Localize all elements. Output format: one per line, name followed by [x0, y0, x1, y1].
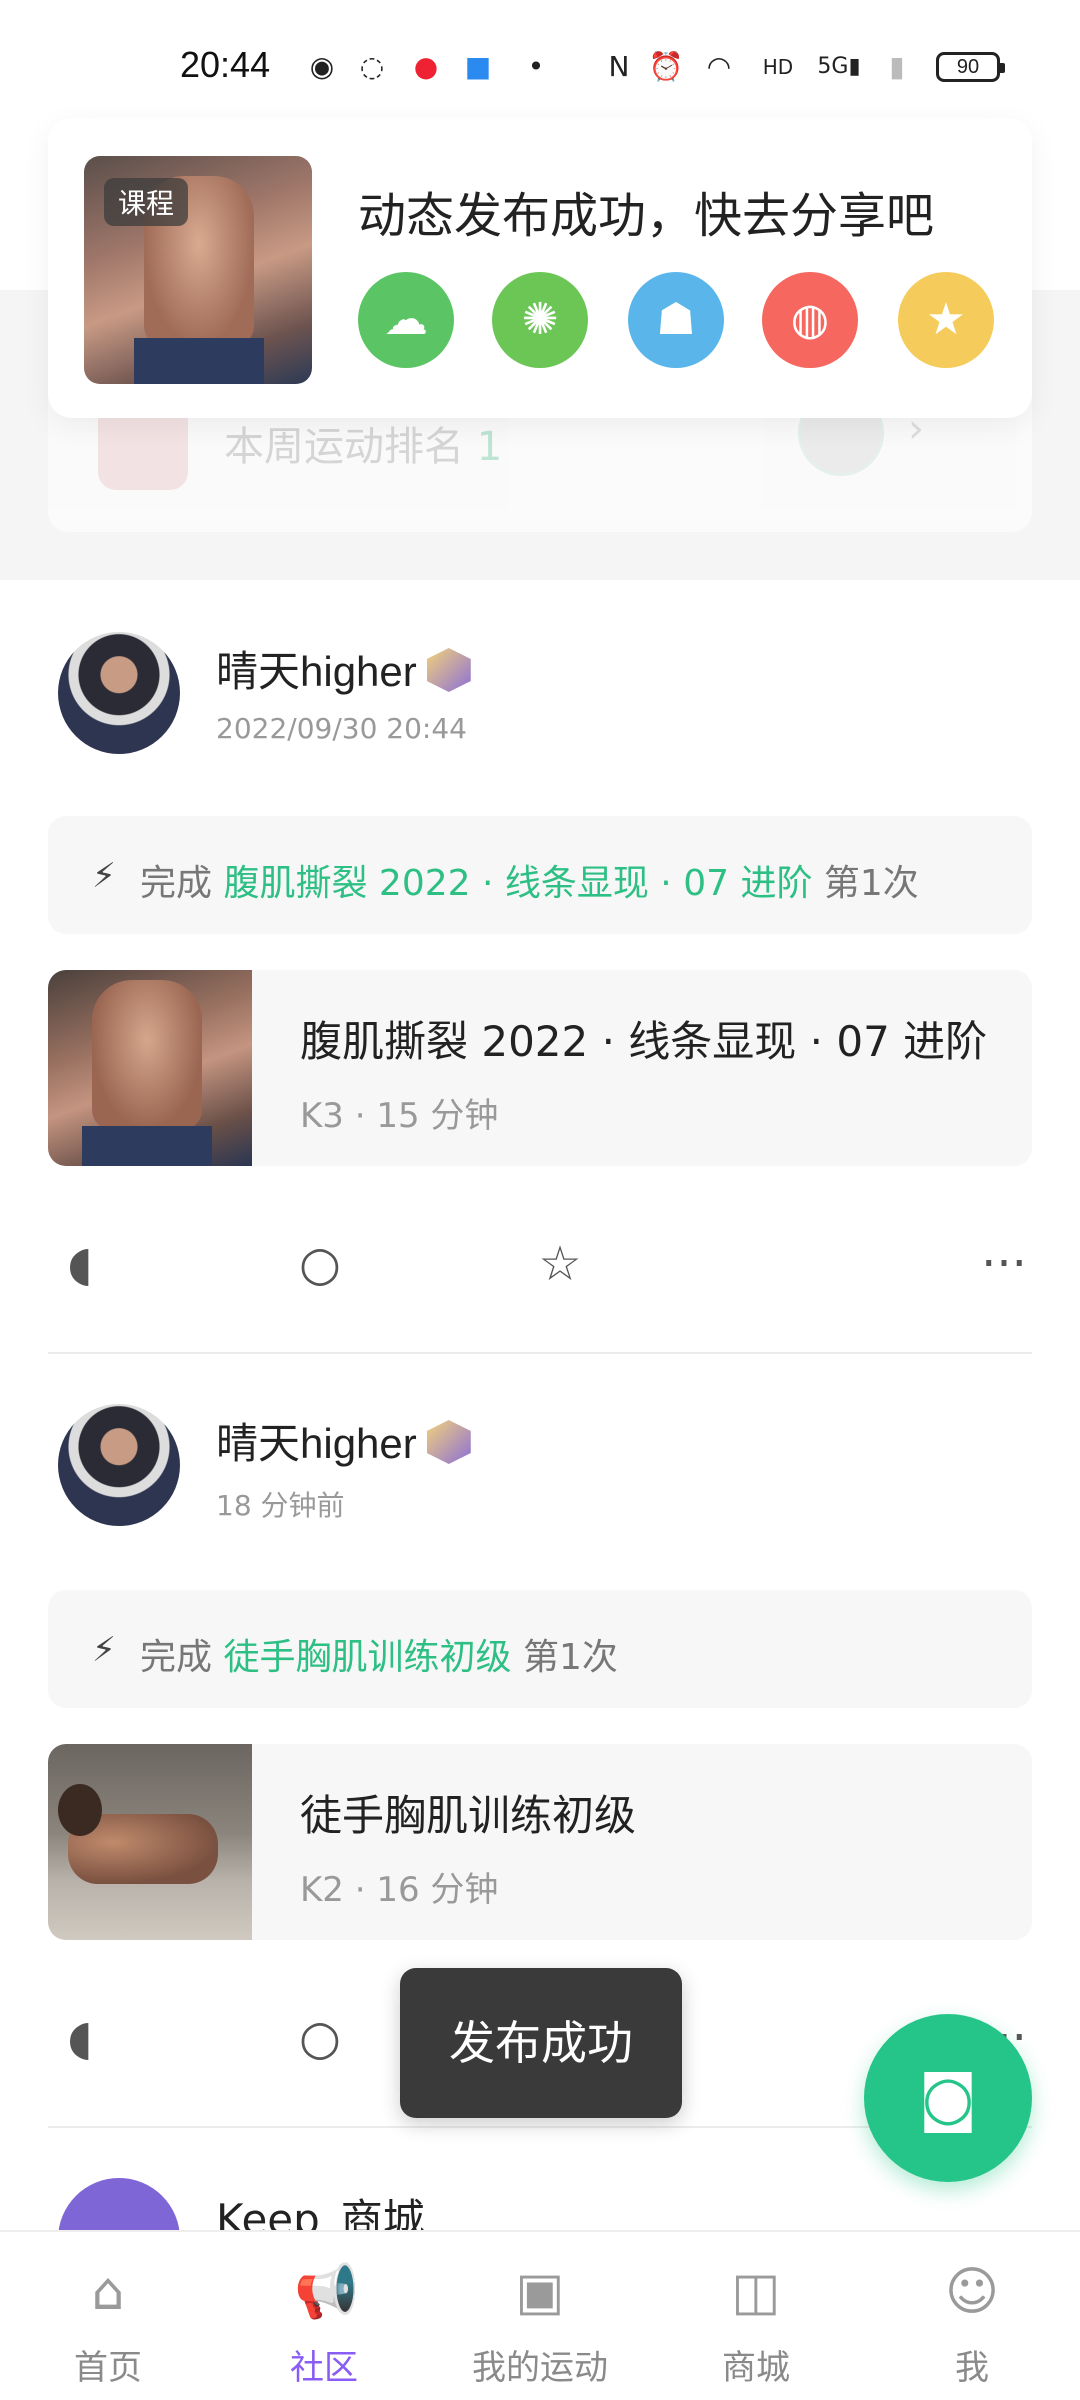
completion-box[interactable]: ⚡ 完成 徒手胸肌训练初级 第1次: [48, 1590, 1032, 1708]
bolt-icon: ⚡: [92, 1630, 116, 1670]
course-title: 徒手胸肌训练初级: [300, 1791, 637, 1840]
share-wechat-button[interactable]: ☁: [358, 272, 454, 368]
username[interactable]: 晴天higher: [216, 1410, 471, 1471]
hd-icon: HD: [762, 55, 794, 79]
username-text: 晴天higher: [216, 1420, 417, 1467]
cheer-icon[interactable]: ◖: [48, 1232, 112, 1296]
completion-count: 第1次: [823, 863, 919, 904]
completion-count: 第1次: [522, 1637, 618, 1678]
course-tag: 课程: [104, 178, 189, 226]
post-actions: ◖ ○ ☆ ···: [0, 1232, 1080, 1312]
avatar[interactable]: [58, 632, 180, 754]
nfc-icon: N: [608, 50, 630, 83]
qzone-icon: ★: [926, 294, 966, 345]
course-card[interactable]: 徒手胸肌训练初级 K2 · 16 分钟: [48, 1744, 1032, 1940]
calendar-bolt-icon: ▣: [515, 2262, 565, 2322]
course-figure-head: [58, 1784, 102, 1836]
toast-message: 发布成功: [400, 1968, 682, 2118]
completion-text: 完成 徒手胸肌训练初级 第1次: [140, 1628, 618, 1680]
share-popup: 课程 动态发布成功，快去分享吧 ☁ ✺ ☗ ◍ ★: [48, 118, 1032, 418]
post-time: 2022/09/30 20:44: [216, 712, 467, 745]
nav-label: 首页: [74, 2348, 142, 2388]
completion-course-link[interactable]: 徒手胸肌训练初级: [223, 1637, 511, 1678]
course-meta: K3 · 15 分钟: [300, 1096, 499, 1136]
completion-text: 完成 腹肌撕裂 2022 · 线条显现 · 07 进阶 第1次: [140, 854, 919, 906]
more-icon[interactable]: ···: [972, 1232, 1036, 1296]
moments-icon: ✺: [521, 294, 559, 345]
red-app-icon: ●: [413, 50, 439, 83]
wechat-icon: ☁: [384, 294, 428, 345]
course-jeans: [82, 1126, 212, 1166]
nav-label: 社区: [290, 2348, 358, 2388]
username-text: 晴天higher: [216, 648, 417, 695]
cheer-icon[interactable]: ◖: [48, 2006, 112, 2070]
nav-home[interactable]: ⌂ 首页: [0, 2232, 216, 2400]
share-moments-button[interactable]: ✺: [492, 272, 588, 368]
completion-prefix: 完成: [140, 1637, 213, 1678]
nav-label: 我: [955, 2348, 989, 2388]
course-figure: [92, 980, 202, 1130]
megaphone-icon: 📢: [294, 2262, 359, 2322]
course-meta: K2 · 16 分钟: [300, 1870, 499, 1910]
blue-app-icon: ■: [464, 50, 492, 83]
bottom-nav: ⌂ 首页 📢 社区 ▣ 我的运动 ◫ 商城 ☺ 我: [0, 2230, 1080, 2400]
nav-mall[interactable]: ◫ 商城: [648, 2232, 864, 2400]
divider: [48, 1352, 1032, 1354]
course-thumbnail[interactable]: 课程: [84, 156, 312, 384]
completion-course-link[interactable]: 腹肌撕裂 2022 · 线条显现 · 07 进阶: [223, 863, 812, 904]
status-time: 20:44: [180, 44, 271, 85]
completion-box[interactable]: ⚡ 完成 腹肌撕裂 2022 · 线条显现 · 07 进阶 第1次: [48, 816, 1032, 934]
nav-label: 我的运动: [472, 2348, 608, 2388]
thumbnail-jeans: [134, 338, 264, 384]
chat-bubble-icon: ◌: [359, 50, 385, 83]
nav-my-sports[interactable]: ▣ 我的运动: [432, 2232, 648, 2400]
camera-fab-button[interactable]: ◙: [864, 2014, 1032, 2182]
battery-indicator: 90: [936, 52, 1005, 82]
share-weibo-button[interactable]: ◍: [762, 272, 858, 368]
camera-icon: ◙: [918, 2063, 978, 2133]
share-qzone-button[interactable]: ★: [898, 272, 994, 368]
course-title: 腹肌撕裂 2022 · 线条显现 · 07 进阶: [300, 1017, 988, 1066]
bolt-icon: ⚡: [92, 856, 116, 896]
alarm-icon: ⏰: [648, 50, 684, 83]
star-icon[interactable]: ☆: [528, 1232, 592, 1296]
weibo-icon: ◍: [790, 294, 830, 345]
completion-prefix: 完成: [140, 863, 213, 904]
rank-number: 1: [476, 424, 503, 470]
course-card[interactable]: 腹肌撕裂 2022 · 线条显现 · 07 进阶 K3 · 15 分钟: [48, 970, 1032, 1166]
share-title: 动态发布成功，快去分享吧: [358, 188, 935, 244]
avatar[interactable]: [58, 1404, 180, 1526]
comment-icon[interactable]: ○: [288, 1232, 352, 1296]
level-badge-icon: [426, 648, 471, 692]
nav-community[interactable]: 📢 社区: [216, 2232, 432, 2400]
username[interactable]: 晴天higher: [216, 638, 471, 699]
qq-icon: ☗: [656, 294, 696, 345]
nav-label: 商城: [722, 2348, 790, 2388]
rank-label: 本周运动排名: [224, 424, 464, 470]
dot-icon: •: [527, 50, 545, 83]
course-image: [48, 970, 252, 1166]
nav-me[interactable]: ☺ 我: [864, 2232, 1080, 2400]
signal-icon: ▮: [889, 50, 905, 83]
share-qq-button[interactable]: ☗: [628, 272, 724, 368]
signal-5g-icon: 5G▮: [817, 54, 861, 79]
wechat-icon: ◉: [309, 50, 335, 83]
wifi-icon: ◠: [706, 50, 732, 83]
face-icon: ☺: [944, 2262, 1000, 2322]
level-badge-icon: [426, 1420, 471, 1464]
status-bar: 20:44 ◉ ◌ ● ■ • N ⏰ ◠ HD 5G▮ ▮ 90: [0, 0, 1080, 130]
shopping-bag-icon: ◫: [731, 2262, 781, 2322]
home-icon: ⌂: [91, 2262, 125, 2322]
comment-icon[interactable]: ○: [288, 2006, 352, 2070]
post-time: 18 分钟前: [216, 1489, 345, 1522]
course-image: [48, 1744, 252, 1940]
